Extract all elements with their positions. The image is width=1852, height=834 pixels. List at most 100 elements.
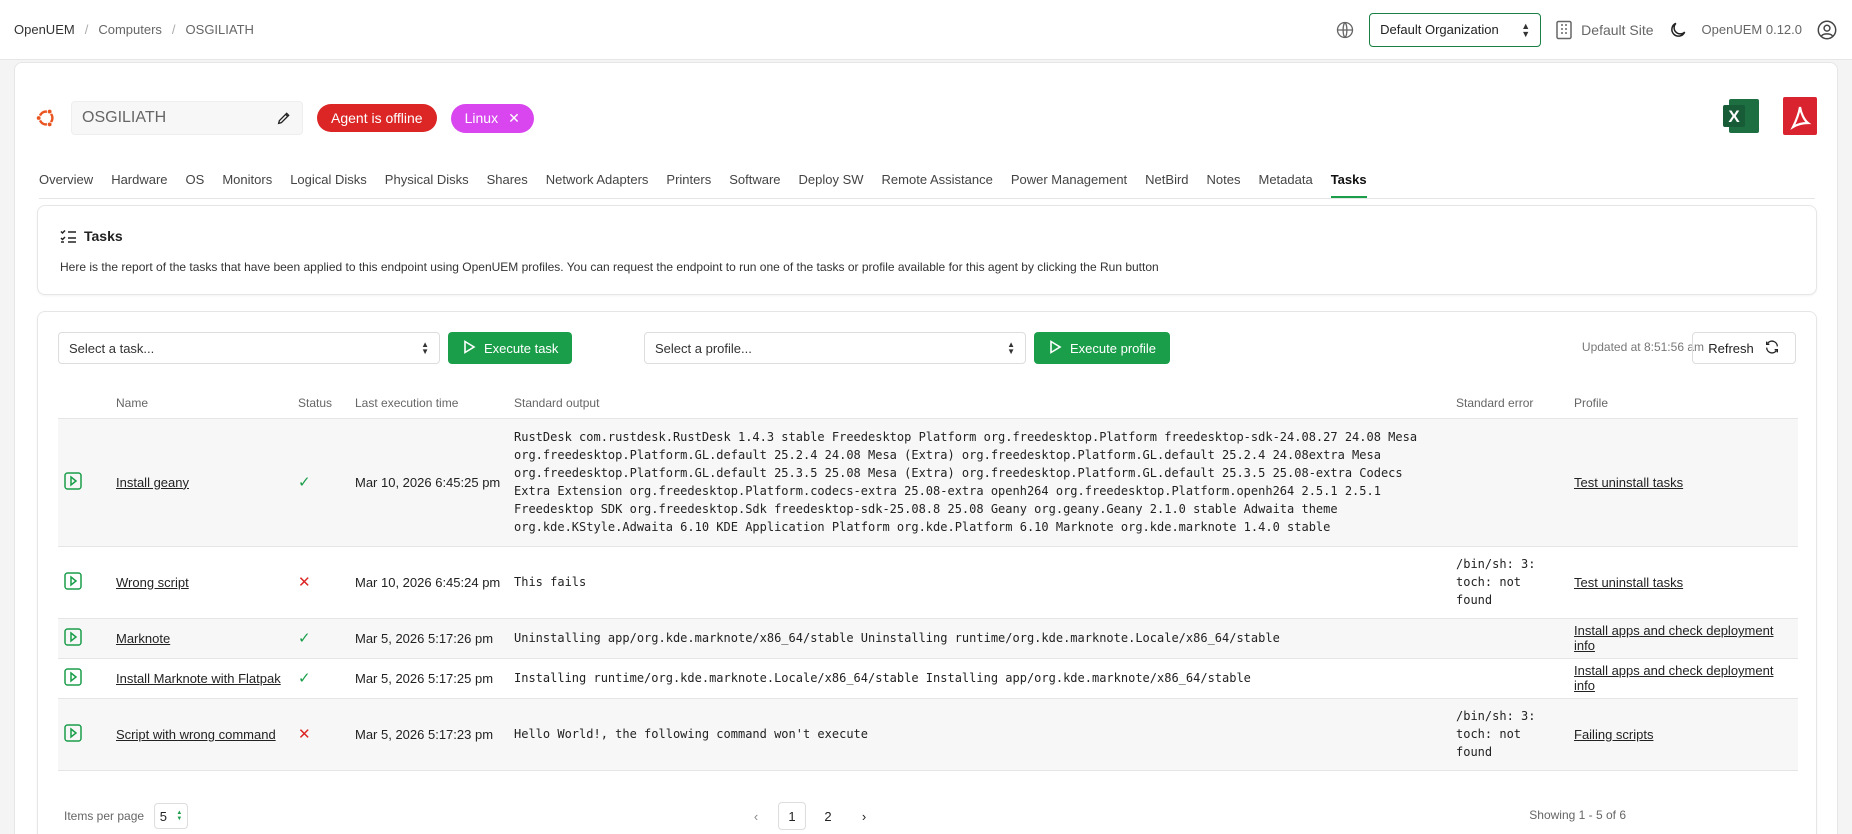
refresh-icon	[1764, 339, 1780, 358]
profile-cell: Install apps and check deployment info	[1568, 658, 1798, 699]
column-name: Name	[110, 388, 292, 419]
globe-icon[interactable]	[1335, 20, 1355, 40]
tab-software[interactable]: Software	[729, 169, 780, 198]
tab-network-adapters[interactable]: Network Adapters	[546, 169, 649, 198]
task-name-cell: Install Marknote with Flatpak	[110, 658, 292, 699]
tab-remote-assistance[interactable]: Remote Assistance	[882, 169, 993, 198]
building-icon	[1555, 20, 1573, 40]
tab-overview[interactable]: Overview	[39, 169, 93, 198]
play-square-icon[interactable]	[64, 667, 82, 689]
stderr-cell	[1450, 418, 1568, 547]
task-name-link[interactable]: Install Marknote with Flatpak	[116, 671, 281, 686]
execute-task-button[interactable]: Execute task	[448, 332, 573, 364]
tab-monitors[interactable]: Monitors	[222, 169, 272, 198]
task-name-link[interactable]: Wrong script	[116, 575, 189, 590]
tab-metadata[interactable]: Metadata	[1259, 169, 1313, 198]
page-button-2[interactable]: 2	[814, 802, 842, 830]
breadcrumb-separator: /	[171, 22, 176, 37]
profile-cell: Test uninstall tasks	[1568, 546, 1798, 619]
profile-link[interactable]: Test uninstall tasks	[1574, 575, 1683, 590]
tab-deploy-sw[interactable]: Deploy SW	[799, 169, 864, 198]
items-per-page: Items per page 5 ▲ ▼	[58, 803, 189, 829]
breadcrumb-home[interactable]: OpenUEM	[14, 22, 75, 37]
agent-status-badge: Agent is offline	[317, 104, 437, 132]
items-per-page-label: Items per page	[64, 809, 145, 823]
pencil-icon[interactable]	[276, 110, 292, 126]
run-cell	[58, 418, 110, 547]
tasks-panel-title: Tasks	[60, 228, 123, 244]
tab-netbird[interactable]: NetBird	[1145, 169, 1188, 198]
stdout-cell: This fails	[508, 546, 1450, 619]
check-icon: ✓	[298, 474, 311, 491]
select-arrows-icon: ▲ ▼	[421, 340, 429, 356]
organization-select[interactable]: Default Organization ▲ ▼	[1369, 12, 1542, 47]
pdf-export-icon[interactable]	[1783, 97, 1817, 138]
page-button-1[interactable]: 1	[778, 802, 806, 830]
breadcrumb-computers[interactable]: Computers	[98, 22, 162, 37]
profile-link[interactable]: Install apps and check deployment info	[1574, 663, 1773, 693]
play-square-icon[interactable]	[64, 723, 82, 745]
time-cell: Mar 5, 2026 5:17:26 pm	[349, 618, 508, 659]
time-cell: Mar 5, 2026 5:17:23 pm	[349, 698, 508, 771]
close-icon[interactable]: ✕	[508, 110, 520, 127]
tab-os[interactable]: OS	[186, 169, 205, 198]
profile-cell: Failing scripts	[1568, 698, 1798, 771]
items-per-page-value: 5	[159, 808, 167, 824]
endpoint-name-field[interactable]: OSGILIATH	[71, 101, 303, 135]
task-select-placeholder: Select a task...	[69, 340, 155, 356]
tab-bar: Overview Hardware OS Monitors Logical Di…	[39, 169, 1815, 199]
os-badge-label: Linux	[464, 110, 499, 126]
status-cell: ✕	[292, 546, 349, 619]
task-name-link[interactable]: Install geany	[116, 475, 189, 490]
os-badge: Linux ✕	[450, 103, 534, 133]
chevron-left-icon[interactable]: ‹	[742, 802, 770, 830]
time-cell: Mar 10, 2026 6:45:25 pm	[349, 418, 508, 547]
status-cell: ✓	[292, 658, 349, 699]
column-stdout: Standard output	[508, 388, 1450, 419]
stderr-cell: /bin/sh: 3: toch: not found	[1450, 546, 1568, 619]
x-icon: ✕	[298, 726, 311, 743]
stderr-cell	[1450, 618, 1568, 659]
moon-icon[interactable]	[1668, 20, 1688, 40]
profile-select[interactable]: Select a profile... ▲ ▼	[644, 332, 1026, 364]
profile-link[interactable]: Failing scripts	[1574, 727, 1653, 742]
execute-profile-button[interactable]: Execute profile	[1034, 332, 1170, 364]
site-label[interactable]: Default Site	[1581, 22, 1653, 38]
breadcrumb-current: OSGILIATH	[185, 22, 254, 37]
refresh-button[interactable]: Refresh	[1692, 332, 1796, 364]
play-square-icon[interactable]	[64, 627, 82, 649]
tab-shares[interactable]: Shares	[487, 169, 528, 198]
tab-logical-disks[interactable]: Logical Disks	[290, 169, 367, 198]
stdout-cell: Hello World!, the following command won'…	[508, 698, 1450, 771]
endpoint-header: OSGILIATH Agent is offline Linux ✕	[35, 101, 534, 135]
task-select[interactable]: Select a task... ▲ ▼	[58, 332, 440, 364]
tab-notes[interactable]: Notes	[1207, 169, 1241, 198]
chevron-right-icon[interactable]: ›	[850, 802, 878, 830]
items-per-page-select[interactable]: 5 ▲ ▼	[154, 803, 189, 829]
tab-hardware[interactable]: Hardware	[111, 169, 167, 198]
user-circle-icon[interactable]	[1816, 19, 1838, 41]
table-row: Install geany ✓ Mar 10, 2026 6:45:25 pm …	[58, 418, 1798, 547]
tab-tasks[interactable]: Tasks	[1330, 169, 1367, 198]
task-name-link[interactable]: Marknote	[116, 631, 170, 646]
status-cell: ✓	[292, 618, 349, 659]
table-footer: Items per page 5 ▲ ▼ ‹ 1 2 › Showing 1 - …	[58, 796, 1798, 834]
top-bar: OpenUEM / Computers / OSGILIATH Default …	[0, 0, 1852, 60]
tab-printers[interactable]: Printers	[666, 169, 711, 198]
status-cell: ✓	[292, 418, 349, 547]
tab-physical-disks[interactable]: Physical Disks	[385, 169, 469, 198]
task-name-link[interactable]: Script with wrong command	[116, 727, 276, 742]
play-icon	[1048, 339, 1062, 357]
play-square-icon[interactable]	[64, 471, 82, 493]
profile-link[interactable]: Test uninstall tasks	[1574, 475, 1683, 490]
play-square-icon[interactable]	[64, 571, 82, 593]
pagination: ‹ 1 2 ›	[742, 802, 878, 830]
tab-power-management[interactable]: Power Management	[1011, 169, 1127, 198]
select-arrows-icon: ▲ ▼	[176, 810, 183, 822]
profile-cell: Test uninstall tasks	[1568, 418, 1798, 547]
column-status: Status	[292, 388, 349, 419]
profile-link[interactable]: Install apps and check deployment info	[1574, 623, 1773, 653]
stdout-cell: Installing runtime/org.kde.marknote.Loca…	[508, 658, 1450, 699]
excel-export-icon[interactable]: X	[1723, 97, 1761, 138]
time-cell: Mar 5, 2026 5:17:25 pm	[349, 658, 508, 699]
